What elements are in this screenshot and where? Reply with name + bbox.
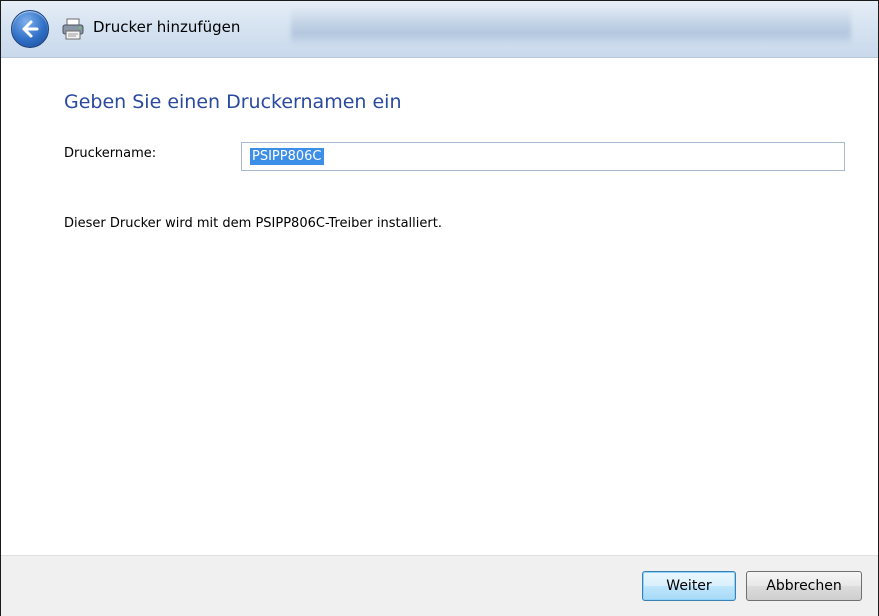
printer-icon xyxy=(62,18,84,40)
add-printer-dialog: Drucker hinzufügen Geben Sie einen Druck… xyxy=(0,0,879,616)
cancel-button[interactable]: Abbrechen xyxy=(746,571,862,601)
back-arrow-icon xyxy=(22,20,39,38)
wizard-content: Geben Sie einen Druckernamen ein Drucker… xyxy=(1,58,878,555)
printer-name-label: Druckername: xyxy=(64,146,157,161)
window-title: Drucker hinzufügen xyxy=(93,18,241,36)
back-button[interactable] xyxy=(11,10,49,48)
driver-info-text: Dieser Drucker wird mit dem PSIPP806C-Tr… xyxy=(64,216,442,231)
title-bar: Drucker hinzufügen xyxy=(1,1,878,58)
page-heading: Geben Sie einen Druckernamen ein xyxy=(64,91,402,113)
dialog-footer: Weiter Abbrechen xyxy=(1,555,878,616)
title-bar-glass xyxy=(291,7,851,45)
printer-name-value: PSIPP806C xyxy=(250,148,324,165)
next-button[interactable]: Weiter xyxy=(642,571,736,601)
printer-name-input[interactable]: PSIPP806C xyxy=(241,142,845,171)
